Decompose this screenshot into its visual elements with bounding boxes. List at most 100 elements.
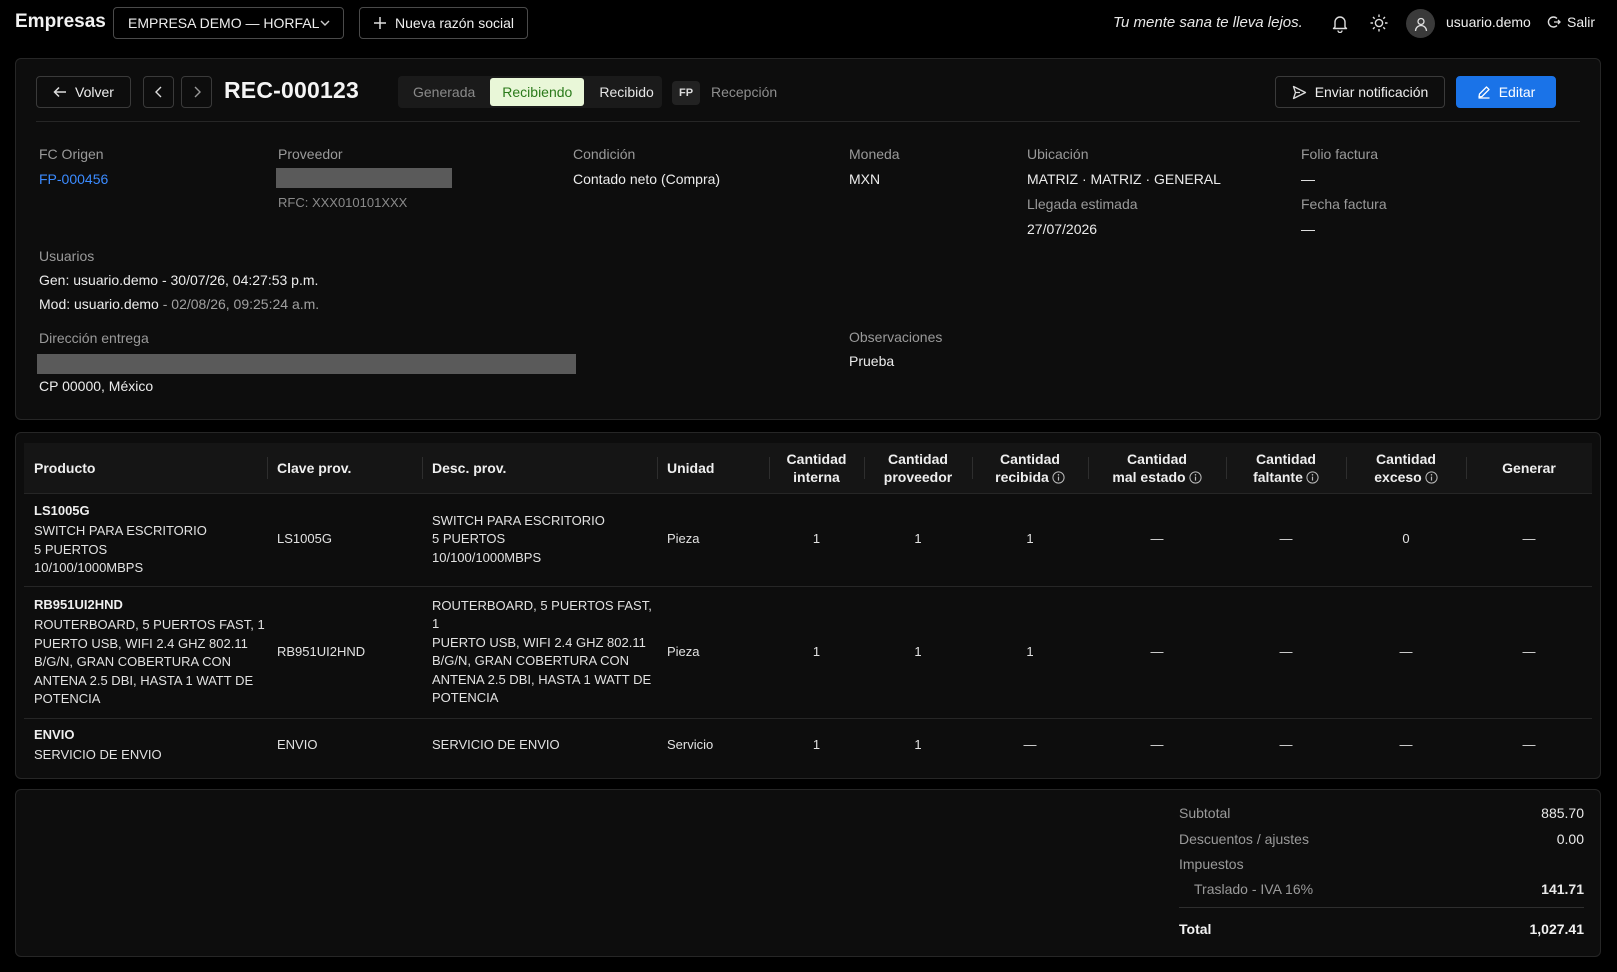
desc-line: PUERTO USB, WIFI 2.4 GHZ 802.11 <box>432 634 646 650</box>
col-faltante[interactable]: Cantidad faltante <box>1226 443 1346 493</box>
cell-producto: RB951UI2HND ROUTERBOARD, 5 PUERTOS FAST,… <box>24 585 267 718</box>
col-producto[interactable]: Producto <box>24 443 267 493</box>
new-company-button[interactable]: Nueva razón social <box>359 7 528 39</box>
direccion-cp: CP 00000, México <box>39 378 154 394</box>
proveedor-label: Proveedor <box>278 146 343 162</box>
subtotal-row: Subtotal 885.70 <box>1179 805 1584 821</box>
product-name-line: 5 PUERTOS <box>34 541 108 557</box>
pencil-icon <box>1477 85 1491 99</box>
col-faltante-line2: faltante <box>1253 468 1303 485</box>
gen-user: Gen: usuario.demo <box>39 272 159 288</box>
sun-icon[interactable] <box>1369 13 1389 33</box>
previous-button[interactable] <box>143 76 174 108</box>
gen-date: - 30/07/26, 04:27:53 p.m. <box>158 272 319 288</box>
send-icon <box>1292 85 1307 100</box>
table-row[interactable]: RB951UI2HND ROUTERBOARD, 5 PUERTOS FAST,… <box>24 585 1592 718</box>
desc-line: POTENCIA <box>432 690 499 705</box>
info-icon[interactable] <box>1306 471 1319 484</box>
traslado-value: 141.71 <box>1541 881 1584 897</box>
totals-divider <box>1179 907 1584 908</box>
cell-unidad: Servicio <box>657 717 769 772</box>
bell-icon[interactable] <box>1330 13 1350 33</box>
col-interna-line1: Cantidad <box>786 450 847 467</box>
col-exceso-line1: Cantidad <box>1376 450 1436 467</box>
product-name-line: ROUTERBOARD, 5 PUERTOS FAST, 1 <box>34 617 265 632</box>
table-row[interactable]: ENVIO SERVICIO DE ENVIO ENVIO SERVICIO D… <box>24 717 1592 772</box>
moneda-label: Moneda <box>849 146 900 162</box>
edit-button[interactable]: Editar <box>1456 76 1556 108</box>
llegada-label: Llegada estimada <box>1027 196 1138 212</box>
desc-line: 10/100/1000MBPS <box>432 549 542 565</box>
cell-mal-estado: — <box>1088 492 1226 586</box>
cell-desc: SWITCH PARA ESCRITORIO 5 PUERTOS 10/100/… <box>422 492 657 586</box>
top-bar: Empresas EMPRESA DEMO — HORFAL Nueva raz… <box>0 0 1617 46</box>
col-desc[interactable]: Desc. prov. <box>422 443 657 493</box>
avatar[interactable] <box>1406 9 1435 38</box>
col-clave[interactable]: Clave prov. <box>267 443 422 493</box>
company-select[interactable]: EMPRESA DEMO — HORFAL <box>113 7 344 39</box>
info-icon[interactable] <box>1188 471 1202 484</box>
cell-proveedor: 1 <box>864 492 972 586</box>
send-notification-label: Enviar notificación <box>1314 84 1429 100</box>
descuentos-row: Descuentos / ajustes 0.00 <box>1179 831 1584 847</box>
table-row[interactable]: LS1005G SWITCH PARA ESCRITORIO 5 PUERTOS… <box>24 492 1592 586</box>
status-recibido[interactable]: Recibido <box>587 78 665 106</box>
cell-interna: 1 <box>769 492 864 586</box>
llegada-value: 27/07/2026 <box>1027 221 1098 237</box>
fc-origen-label: FC Origen <box>39 146 104 162</box>
desc-line: SWITCH PARA ESCRITORIO <box>432 512 605 528</box>
col-exceso[interactable]: Cantidad exceso <box>1346 443 1466 493</box>
direccion-redacted <box>37 354 576 374</box>
status-recibiendo[interactable]: Recibiendo <box>490 78 585 106</box>
plus-icon <box>373 16 387 30</box>
arrow-left-icon <box>53 85 67 99</box>
product-name-line: B/G/N, GRAN COBERTURA CON <box>34 654 231 669</box>
mod-user: Mod: usuario.demo <box>39 296 159 312</box>
mod-user-line: Mod: usuario.demo - 02/08/26, 09:25:24 a… <box>39 296 319 312</box>
info-icon[interactable] <box>1052 471 1065 484</box>
ubicacion-label: Ubicación <box>1027 146 1089 162</box>
info-icon[interactable] <box>1425 471 1438 484</box>
total-row: Total 1,027.41 <box>1179 921 1584 937</box>
gen-user-line: Gen: usuario.demo - 30/07/26, 04:27:53 p… <box>39 272 318 288</box>
col-recibida-line1: Cantidad <box>1000 450 1060 467</box>
cell-interna: 1 <box>769 717 864 772</box>
status-generada[interactable]: Generada <box>401 78 487 106</box>
fecha-factura-value: — <box>1301 221 1315 237</box>
next-button[interactable] <box>181 76 212 108</box>
cell-exceso: — <box>1346 717 1466 772</box>
document-type-label: Recepción <box>711 84 778 100</box>
totals-panel: Subtotal 885.70 Descuentos / ajustes 0.0… <box>15 789 1601 957</box>
ubicacion-value: MATRIZ · MATRIZ · GENERAL <box>1027 171 1221 187</box>
subtotal-value: 885.70 <box>1541 805 1584 821</box>
fc-origen-link[interactable]: FP-000456 <box>39 171 108 187</box>
col-generar[interactable]: Generar <box>1466 443 1592 493</box>
username[interactable]: usuario.demo <box>1446 14 1531 30</box>
product-name-line: POTENCIA <box>34 691 101 706</box>
cell-unidad: Pieza <box>657 492 769 586</box>
logout-button[interactable]: Salir <box>1547 14 1595 30</box>
col-unidad[interactable]: Unidad <box>657 443 769 493</box>
brand-title: Empresas <box>15 11 106 32</box>
folio-factura-value: — <box>1301 171 1315 187</box>
folio-factura-label: Folio factura <box>1301 146 1379 162</box>
slogan-text: Tu mente sana te lleva lejos. <box>1113 14 1303 31</box>
col-recibida[interactable]: Cantidad recibida <box>972 443 1088 493</box>
col-mal-estado-line1: Cantidad <box>1127 450 1187 467</box>
total-label: Total <box>1179 921 1212 937</box>
descuentos-label: Descuentos / ajustes <box>1179 831 1309 847</box>
back-button[interactable]: Volver <box>36 76 131 108</box>
desc-line: B/G/N, GRAN COBERTURA CON <box>432 653 629 668</box>
desc-line: ROUTERBOARD, 5 PUERTOS FAST, 1 <box>432 597 652 632</box>
col-interna[interactable]: Cantidad interna <box>769 443 864 493</box>
col-proveedor[interactable]: Cantidad proveedor <box>864 443 972 493</box>
chevron-left-icon <box>154 86 164 98</box>
cell-recibida: 1 <box>972 585 1088 718</box>
cell-unidad: Pieza <box>657 585 769 718</box>
cell-desc: ROUTERBOARD, 5 PUERTOS FAST, 1 PUERTO US… <box>422 585 657 718</box>
col-mal-estado[interactable]: Cantidad mal estado <box>1088 443 1226 493</box>
send-notification-button[interactable]: Enviar notificación <box>1275 76 1445 108</box>
cell-generar: — <box>1466 585 1592 718</box>
usuarios-label: Usuarios <box>39 248 95 264</box>
cell-faltante: — <box>1226 717 1346 772</box>
